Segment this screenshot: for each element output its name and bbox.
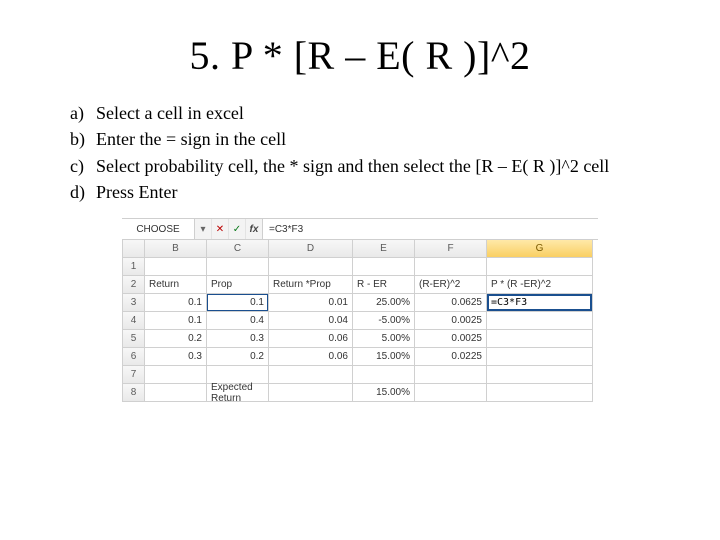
cell[interactable]: Expected Return: [207, 384, 269, 402]
row-header[interactable]: 1: [123, 258, 145, 276]
cell[interactable]: [487, 348, 593, 366]
row-5: 5 0.2 0.3 0.06 5.00% 0.0025: [123, 330, 598, 348]
cell[interactable]: [487, 366, 593, 384]
col-header-E[interactable]: E: [353, 240, 415, 258]
cell[interactable]: 0.06: [269, 330, 353, 348]
cell-edit-text: =C3*F3: [491, 297, 527, 308]
cell[interactable]: [269, 366, 353, 384]
cell[interactable]: R - ER: [353, 276, 415, 294]
cell[interactable]: [145, 384, 207, 402]
cell[interactable]: Prop: [207, 276, 269, 294]
cell[interactable]: [487, 384, 593, 402]
row-8: 8 Expected Return 15.00%: [123, 384, 598, 402]
cell[interactable]: 0.2: [207, 348, 269, 366]
row-header[interactable]: 4: [123, 312, 145, 330]
cell[interactable]: 0.04: [269, 312, 353, 330]
cell[interactable]: 0.01: [269, 294, 353, 312]
fx-icon[interactable]: fx: [246, 219, 263, 239]
cell[interactable]: [145, 366, 207, 384]
cell[interactable]: 0.1: [145, 294, 207, 312]
cell[interactable]: [415, 366, 487, 384]
cell[interactable]: [353, 258, 415, 276]
slide: 5. P * [R – E( R )]^2 a) Select a cell i…: [0, 0, 720, 540]
step-label: b): [70, 127, 96, 151]
cell[interactable]: 0.0225: [415, 348, 487, 366]
cell-G3-editing[interactable]: =C3*F3: [487, 294, 593, 312]
cell[interactable]: (R-ER)^2: [415, 276, 487, 294]
step-text: Select a cell in excel: [96, 101, 678, 125]
col-header-C[interactable]: C: [207, 240, 269, 258]
name-box[interactable]: CHOOSE: [122, 219, 195, 239]
cell[interactable]: [487, 312, 593, 330]
col-header-F[interactable]: F: [415, 240, 487, 258]
row-2: 2 Return Prop Return *Prop R - ER (R-ER)…: [123, 276, 598, 294]
slide-title: 5. P * [R – E( R )]^2: [42, 32, 678, 79]
cell[interactable]: P * (R -ER)^2: [487, 276, 593, 294]
step-label: c): [70, 154, 96, 178]
formula-bar: CHOOSE ▾ ✕ ✓ fx =C3*F3: [122, 218, 598, 240]
step-b: b) Enter the = sign in the cell: [70, 127, 678, 151]
cell[interactable]: [415, 258, 487, 276]
step-label: a): [70, 101, 96, 125]
step-d: d) Press Enter: [70, 180, 678, 204]
name-dropdown-icon[interactable]: ▾: [195, 219, 212, 239]
cell[interactable]: 0.4: [207, 312, 269, 330]
cell[interactable]: [487, 330, 593, 348]
column-headers: B C D E F G: [123, 240, 598, 258]
cell[interactable]: 0.3: [207, 330, 269, 348]
cancel-icon[interactable]: ✕: [212, 219, 229, 239]
col-header-G[interactable]: G: [487, 240, 593, 258]
cell[interactable]: Return *Prop: [269, 276, 353, 294]
col-header-B[interactable]: B: [145, 240, 207, 258]
cell[interactable]: 0.0625: [415, 294, 487, 312]
row-6: 6 0.3 0.2 0.06 15.00% 0.0225: [123, 348, 598, 366]
row-3: 3 0.1 0.1 0.01 25.00% 0.0625 =C3*F3: [123, 294, 598, 312]
row-7: 7: [123, 366, 598, 384]
row-1: 1: [123, 258, 598, 276]
row-header[interactable]: 8: [123, 384, 145, 402]
cell[interactable]: [145, 258, 207, 276]
row-header[interactable]: 5: [123, 330, 145, 348]
cell[interactable]: [487, 258, 593, 276]
cell[interactable]: 0.06: [269, 348, 353, 366]
cell[interactable]: 0.0025: [415, 330, 487, 348]
row-header[interactable]: 6: [123, 348, 145, 366]
excel-screenshot: CHOOSE ▾ ✕ ✓ fx =C3*F3 B C D E F G 1: [122, 218, 598, 402]
step-text: Enter the = sign in the cell: [96, 127, 678, 151]
cell[interactable]: [269, 258, 353, 276]
cell[interactable]: 25.00%: [353, 294, 415, 312]
cell[interactable]: Return: [145, 276, 207, 294]
row-header[interactable]: 2: [123, 276, 145, 294]
spreadsheet-grid: B C D E F G 1 2 Return Prop Return *: [122, 240, 598, 402]
steps-list: a) Select a cell in excel b) Enter the =…: [70, 101, 678, 204]
enter-icon[interactable]: ✓: [229, 219, 246, 239]
cell[interactable]: [269, 384, 353, 402]
col-header-D[interactable]: D: [269, 240, 353, 258]
cell[interactable]: [353, 366, 415, 384]
cell[interactable]: 15.00%: [353, 384, 415, 402]
step-text: Press Enter: [96, 180, 678, 204]
row-4: 4 0.1 0.4 0.04 -5.00% 0.0025: [123, 312, 598, 330]
cell[interactable]: 5.00%: [353, 330, 415, 348]
row-header[interactable]: 7: [123, 366, 145, 384]
cell[interactable]: [207, 258, 269, 276]
cell[interactable]: 0.1: [145, 312, 207, 330]
cell[interactable]: -5.00%: [353, 312, 415, 330]
cell[interactable]: 0.2: [145, 330, 207, 348]
cell-C3-selected[interactable]: 0.1: [207, 294, 269, 312]
cell[interactable]: 0.3: [145, 348, 207, 366]
cell[interactable]: 15.00%: [353, 348, 415, 366]
cell[interactable]: 0.0025: [415, 312, 487, 330]
select-all-corner[interactable]: [123, 240, 145, 258]
cell[interactable]: [415, 384, 487, 402]
step-a: a) Select a cell in excel: [70, 101, 678, 125]
step-text: Select probability cell, the * sign and …: [96, 154, 678, 178]
step-c: c) Select probability cell, the * sign a…: [70, 154, 678, 178]
step-label: d): [70, 180, 96, 204]
formula-input[interactable]: =C3*F3: [263, 219, 598, 239]
row-header[interactable]: 3: [123, 294, 145, 312]
